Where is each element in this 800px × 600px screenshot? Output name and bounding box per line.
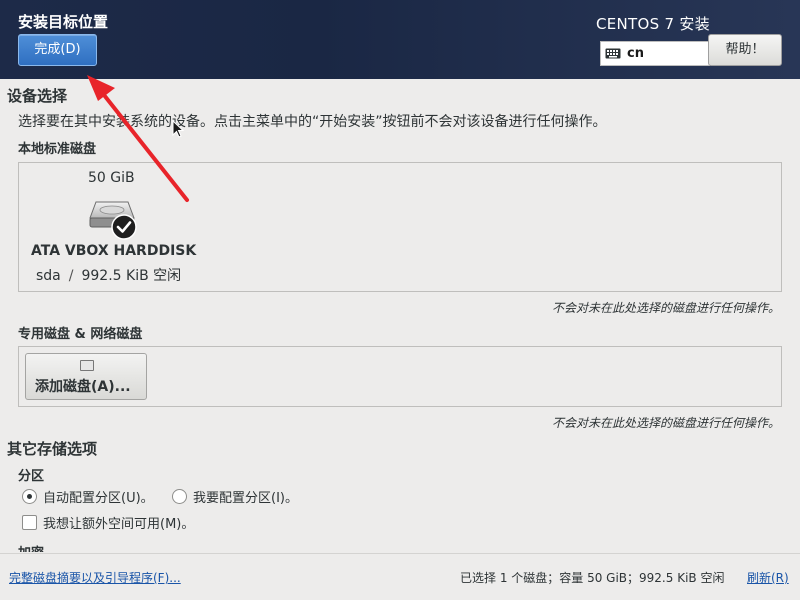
extra-space-label: 我想让额外空间可用(M)。 — [43, 517, 195, 532]
help-button[interactable]: 帮助！ — [708, 34, 782, 66]
partition-heading: 分区 — [18, 469, 45, 484]
disk-free-space: 992.5 KiB 空闲 — [81, 268, 182, 284]
auto-partition-radio[interactable] — [22, 489, 37, 504]
auto-partition-option[interactable]: 自动配置分区(U)。 — [22, 487, 154, 506]
device-selection-description: 选择要在其中安装系统的设备。点击主菜单中的“开始安装”按钮前不会对该设备进行任何… — [18, 114, 607, 130]
disk-name: ATA VBOX HARDDISK — [31, 243, 197, 259]
auto-partition-label: 自动配置分区(U)。 — [43, 491, 154, 506]
special-disks-note: 不会对未在此处选择的磁盘进行任何操作。 — [551, 416, 780, 430]
special-disks-heading: 专用磁盘 & 网络磁盘 — [18, 327, 143, 342]
disk-size: 50 GiB — [88, 170, 135, 186]
extra-space-option[interactable]: 我想让额外空间可用(M)。 — [22, 513, 194, 532]
done-button[interactable]: 完成(D) — [18, 34, 97, 66]
disk-device: sda — [36, 268, 61, 284]
harddisk-icon[interactable] — [88, 198, 138, 240]
local-disks-heading: 本地标准磁盘 — [18, 142, 97, 157]
manual-partition-radio[interactable] — [172, 489, 187, 504]
encryption-heading: 加密 — [18, 542, 44, 552]
add-disk-button[interactable]: 添加磁盘(A)... — [25, 353, 147, 400]
keyboard-layout-indicator[interactable]: cn — [600, 41, 710, 66]
page-title: 安装目标位置 — [18, 13, 109, 31]
disk-info-separator: / — [68, 268, 74, 284]
add-disk-label: 添加磁盘(A)... — [35, 379, 131, 395]
manual-partition-label: 我要配置分区(I)。 — [193, 491, 298, 506]
selection-status: 已选择 1 个磁盘；容量 50 GiB；992.5 KiB 空闲 — [460, 571, 725, 585]
other-storage-heading: 其它存储选项 — [7, 440, 98, 458]
disk-info: sda / 992.5 KiB 空闲 — [36, 265, 181, 285]
top-bar: 安装目标位置 完成(D) CENTOS 7 安装 cn 帮助！ — [0, 0, 800, 79]
local-disks-note: 不会对未在此处选择的磁盘进行任何操作。 — [551, 301, 780, 315]
keyboard-icon — [605, 48, 621, 59]
device-selection-heading: 设备选择 — [7, 87, 68, 105]
disk-add-icon — [80, 360, 94, 371]
manual-partition-option[interactable]: 我要配置分区(I)。 — [172, 487, 298, 506]
extra-space-checkbox[interactable] — [22, 515, 37, 530]
disk-summary-link[interactable]: 完整磁盘摘要以及引导程序(F)... — [9, 569, 181, 586]
keyboard-layout-label: cn — [627, 46, 644, 61]
refresh-link[interactable]: 刷新(R) — [747, 569, 789, 586]
product-title: CENTOS 7 安装 — [595, 15, 710, 33]
mouse-pointer-icon — [172, 120, 185, 138]
